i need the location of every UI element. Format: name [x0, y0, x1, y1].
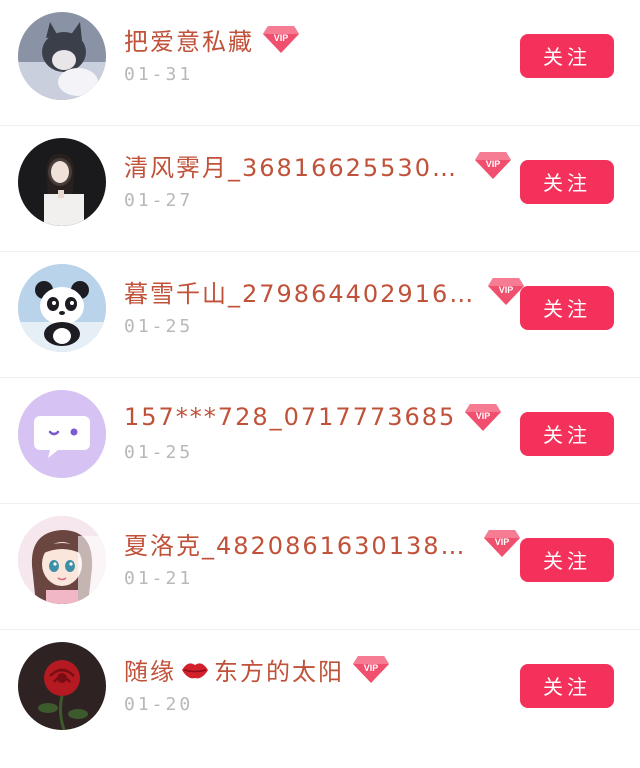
follow-date: 01-25 — [124, 316, 194, 337]
follow-button[interactable]: 关注 — [520, 286, 614, 330]
user-name[interactable]: 暮雪千山_279864402916… — [124, 274, 475, 309]
follow-button[interactable]: 关注 — [520, 664, 614, 708]
svg-text:VIP: VIP — [274, 33, 289, 43]
svg-text:VIP: VIP — [494, 537, 509, 547]
list-item[interactable]: 随缘 东方的太阳 VIP 01-20 关注 — [0, 630, 640, 756]
user-name[interactable]: 夏洛克_4820861630138… — [124, 526, 467, 561]
panda-avatar-icon[interactable] — [18, 264, 106, 352]
follow-button[interactable]: 关注 — [520, 538, 614, 582]
list-item[interactable]: 把爱意私藏 VIP 01-31 关注 — [0, 0, 640, 126]
cat-avatar-icon[interactable] — [18, 12, 106, 100]
follow-button[interactable]: 关注 — [520, 160, 614, 204]
user-name-part: 东方的太阳 — [214, 657, 344, 686]
follow-date: 01-25 — [124, 442, 194, 463]
list-item[interactable]: 157***728_0717773685 VIP 01-25 关注 — [0, 378, 640, 504]
user-name[interactable]: 清风霁月_36816625530… — [124, 148, 458, 183]
follow-button[interactable]: 关注 — [520, 34, 614, 78]
user-name[interactable]: 把爱意私藏 — [124, 22, 254, 57]
follow-date: 01-21 — [124, 568, 194, 589]
vip-badge-icon: VIP — [464, 402, 502, 432]
girl-portrait-avatar-icon[interactable] — [18, 138, 106, 226]
vip-badge-icon: VIP — [474, 150, 512, 180]
vip-badge-icon: VIP — [352, 654, 390, 684]
rose-avatar-icon[interactable] — [18, 642, 106, 730]
follow-date: 01-20 — [124, 694, 194, 715]
svg-text:VIP: VIP — [486, 159, 501, 169]
list-item[interactable]: 暮雪千山_279864402916… VIP 01-25 关注 — [0, 252, 640, 378]
user-name-part: 随缘 — [124, 657, 176, 686]
svg-text:VIP: VIP — [364, 663, 379, 673]
follow-date: 01-31 — [124, 64, 194, 85]
svg-text:VIP: VIP — [476, 411, 491, 421]
svg-text:VIP: VIP — [499, 285, 514, 295]
lips-emoji-icon — [180, 659, 210, 687]
anime-girl-avatar-icon[interactable] — [18, 516, 106, 604]
list-item[interactable]: 清风霁月_36816625530… VIP 01-27 关注 — [0, 126, 640, 252]
follower-list: 把爱意私藏 VIP 01-31 关注 清风霁月_36816625530… VIP — [0, 0, 640, 768]
user-name[interactable]: 157***728_0717773685 — [124, 403, 456, 431]
follow-date: 01-27 — [124, 190, 194, 211]
follow-button[interactable]: 关注 — [520, 412, 614, 456]
user-name[interactable]: 随缘 东方的太阳 — [124, 652, 344, 687]
vip-badge-icon: VIP — [483, 528, 521, 558]
list-item[interactable]: 夏洛克_4820861630138… VIP 01-21 关注 — [0, 504, 640, 630]
vip-badge-icon: VIP — [262, 24, 300, 54]
chat-bubble-avatar-icon[interactable] — [18, 390, 106, 478]
